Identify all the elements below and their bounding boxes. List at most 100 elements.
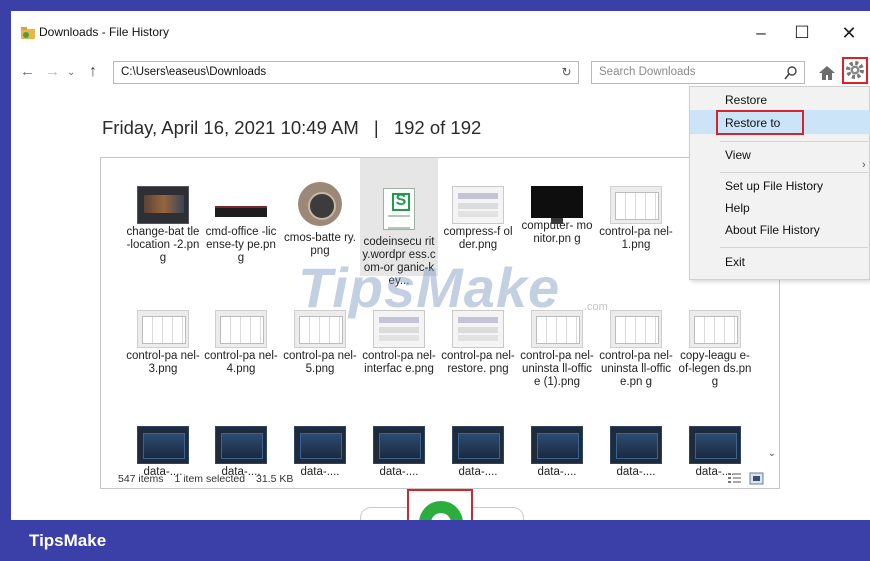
window-title: Downloads - File History xyxy=(39,25,170,39)
header-separator: | xyxy=(373,117,379,138)
item-count: 547 items xyxy=(118,473,164,485)
file-thumbnail xyxy=(137,310,189,348)
address-path: C:\Users\easeus\Downloads xyxy=(121,66,267,78)
backup-count: 192 of 192 xyxy=(393,117,482,138)
file-tile[interactable]: data-.... xyxy=(439,426,517,479)
file-thumbnail xyxy=(689,426,741,464)
file-thumbnail xyxy=(137,426,189,464)
file-tile[interactable]: data-.... xyxy=(518,426,596,479)
file-thumbnail xyxy=(383,188,415,230)
search-input[interactable]: Search Downloads xyxy=(591,61,805,84)
status-bar: 547 items 1 item selected 31.5 KB xyxy=(118,473,301,485)
menu-item-exit[interactable]: Exit xyxy=(725,255,745,269)
file-tile[interactable]: computer- monitor.pn g xyxy=(518,186,596,246)
title-bar: Downloads - File History – ☐ ✕ xyxy=(11,11,870,55)
back-button[interactable]: ← xyxy=(20,63,35,80)
restore-to-highlight-box xyxy=(716,110,804,135)
file-tile[interactable]: data-.... xyxy=(124,426,202,479)
file-thumbnail xyxy=(215,310,267,348)
file-history-window: Downloads - File History – ☐ ✕ ← → ⌄ ↑ C… xyxy=(11,11,870,520)
file-name-label: data-.... xyxy=(379,466,419,478)
file-tile[interactable]: data-.... xyxy=(360,426,438,479)
file-thumbnail xyxy=(610,186,662,224)
file-name-label: control-pa nel-uninsta ll-office (1).png xyxy=(520,350,594,388)
file-name-label: data-.... xyxy=(537,466,577,478)
up-button[interactable]: ↑ xyxy=(89,63,97,81)
file-tile[interactable]: control-pa nel-1.png xyxy=(597,186,675,252)
file-tile[interactable]: control-pa nel-3.png xyxy=(124,310,202,376)
file-tile[interactable]: cmd-office -license-ty pe.png xyxy=(202,186,280,265)
backup-date-header: Friday, April 16, 2021 10:49 AM | 192 of… xyxy=(102,117,481,139)
file-list-panel: change-bat tle-location -2.png cmd-office… xyxy=(100,157,780,489)
file-name-label: copy-leagu e-of-legen ds.png xyxy=(678,350,752,388)
file-tile[interactable]: control-pa nel-4.png xyxy=(202,310,280,376)
minimize-button[interactable]: – xyxy=(741,19,781,49)
file-name-label: control-pa nel-5.png xyxy=(283,350,357,375)
watermark-suffix: .com xyxy=(584,301,608,313)
file-thumbnail xyxy=(452,426,504,464)
tipsmake-footer: TipsMake xyxy=(0,520,870,561)
file-thumbnail xyxy=(689,310,741,348)
tipsmake-watermark: TipsMake xyxy=(298,256,561,319)
file-tile[interactable]: copy-leagu e-of-legen ds.png xyxy=(676,310,754,389)
file-tile[interactable]: change-bat tle-location -2.png xyxy=(124,186,202,265)
scroll-down-icon[interactable]: ⌄ xyxy=(768,448,776,459)
file-thumbnail xyxy=(531,426,583,464)
file-name-label: data-.... xyxy=(616,466,656,478)
backup-date: Friday, April 16, 2021 10:49 AM xyxy=(102,117,359,138)
gear-icon xyxy=(846,61,864,79)
file-tile[interactable]: data-.... xyxy=(597,426,675,479)
menu-item-about[interactable]: About File History xyxy=(725,223,820,237)
file-thumbnail xyxy=(215,426,267,464)
address-row: ← → ⌄ ↑ C:\Users\easeus\Downloads ⌄ ↻ Se… xyxy=(11,57,870,85)
large-icons-view-icon[interactable] xyxy=(749,472,764,485)
file-tile[interactable]: control-pa nel-uninsta ll-office (1).png xyxy=(518,310,596,389)
file-thumbnail xyxy=(610,426,662,464)
file-name-label: control-pa nel-4.png xyxy=(204,350,278,375)
view-toggle-icons[interactable] xyxy=(726,472,766,486)
home-icon[interactable] xyxy=(817,63,837,83)
file-name-label: control-pa nel-3.png xyxy=(126,350,200,375)
file-tile[interactable]: data-.... xyxy=(202,426,280,479)
submenu-arrow-icon: › xyxy=(862,159,866,171)
file-tile[interactable]: control-pa nel-uninsta ll-office.pn g xyxy=(597,310,675,389)
menu-separator xyxy=(720,141,868,142)
file-tile[interactable]: compress-f older.png xyxy=(439,186,517,252)
file-thumbnail xyxy=(215,186,267,224)
menu-separator xyxy=(720,172,868,173)
file-name-label: control-pa nel-interfac e.png xyxy=(362,350,436,375)
file-thumbnail xyxy=(298,182,342,226)
file-name-label: cmd-office -license-ty pe.png xyxy=(205,226,277,264)
file-name-label: control-pa nel-restore. png xyxy=(441,350,515,375)
settings-gear-button[interactable] xyxy=(842,57,868,84)
refresh-button[interactable]: ↻ xyxy=(556,63,577,82)
selection-size: 31.5 KB xyxy=(256,473,294,485)
close-button[interactable]: ✕ xyxy=(829,19,869,49)
menu-item-restore[interactable]: Restore xyxy=(725,93,767,107)
forward-button[interactable]: → xyxy=(45,63,60,80)
menu-separator xyxy=(720,247,868,248)
file-thumbnail xyxy=(531,186,583,224)
address-bar[interactable]: C:\Users\easeus\Downloads ⌄ xyxy=(113,61,648,84)
file-name-label: compress-f older.png xyxy=(443,226,513,251)
menu-item-setup[interactable]: Set up File History xyxy=(725,179,823,193)
file-name-label: control-pa nel-uninsta ll-office.pn g xyxy=(599,350,673,388)
selection-count: 1 item selected xyxy=(174,473,246,485)
file-thumbnail xyxy=(373,426,425,464)
file-tile[interactable]: data-.... xyxy=(281,426,359,479)
maximize-button[interactable]: ☐ xyxy=(782,19,822,49)
recent-locations-button[interactable]: ⌄ xyxy=(67,67,75,78)
top-border xyxy=(0,0,870,11)
menu-item-help[interactable]: Help xyxy=(725,201,750,215)
file-thumbnail xyxy=(294,426,346,464)
file-tile[interactable]: cmos-batte ry.png xyxy=(281,182,359,258)
file-name-label: data-.... xyxy=(458,466,498,478)
menu-item-view[interactable]: View xyxy=(725,148,751,162)
details-view-icon[interactable] xyxy=(728,473,741,483)
settings-menu: Restore Restore to View › Set up File Hi… xyxy=(689,86,870,280)
file-history-icon xyxy=(21,27,35,39)
file-name-label: change-bat tle-location -2.png xyxy=(126,226,200,264)
file-name-label: control-pa nel-1.png xyxy=(599,226,673,251)
file-thumbnail xyxy=(452,186,504,224)
footer-brand: TipsMake xyxy=(29,531,107,550)
